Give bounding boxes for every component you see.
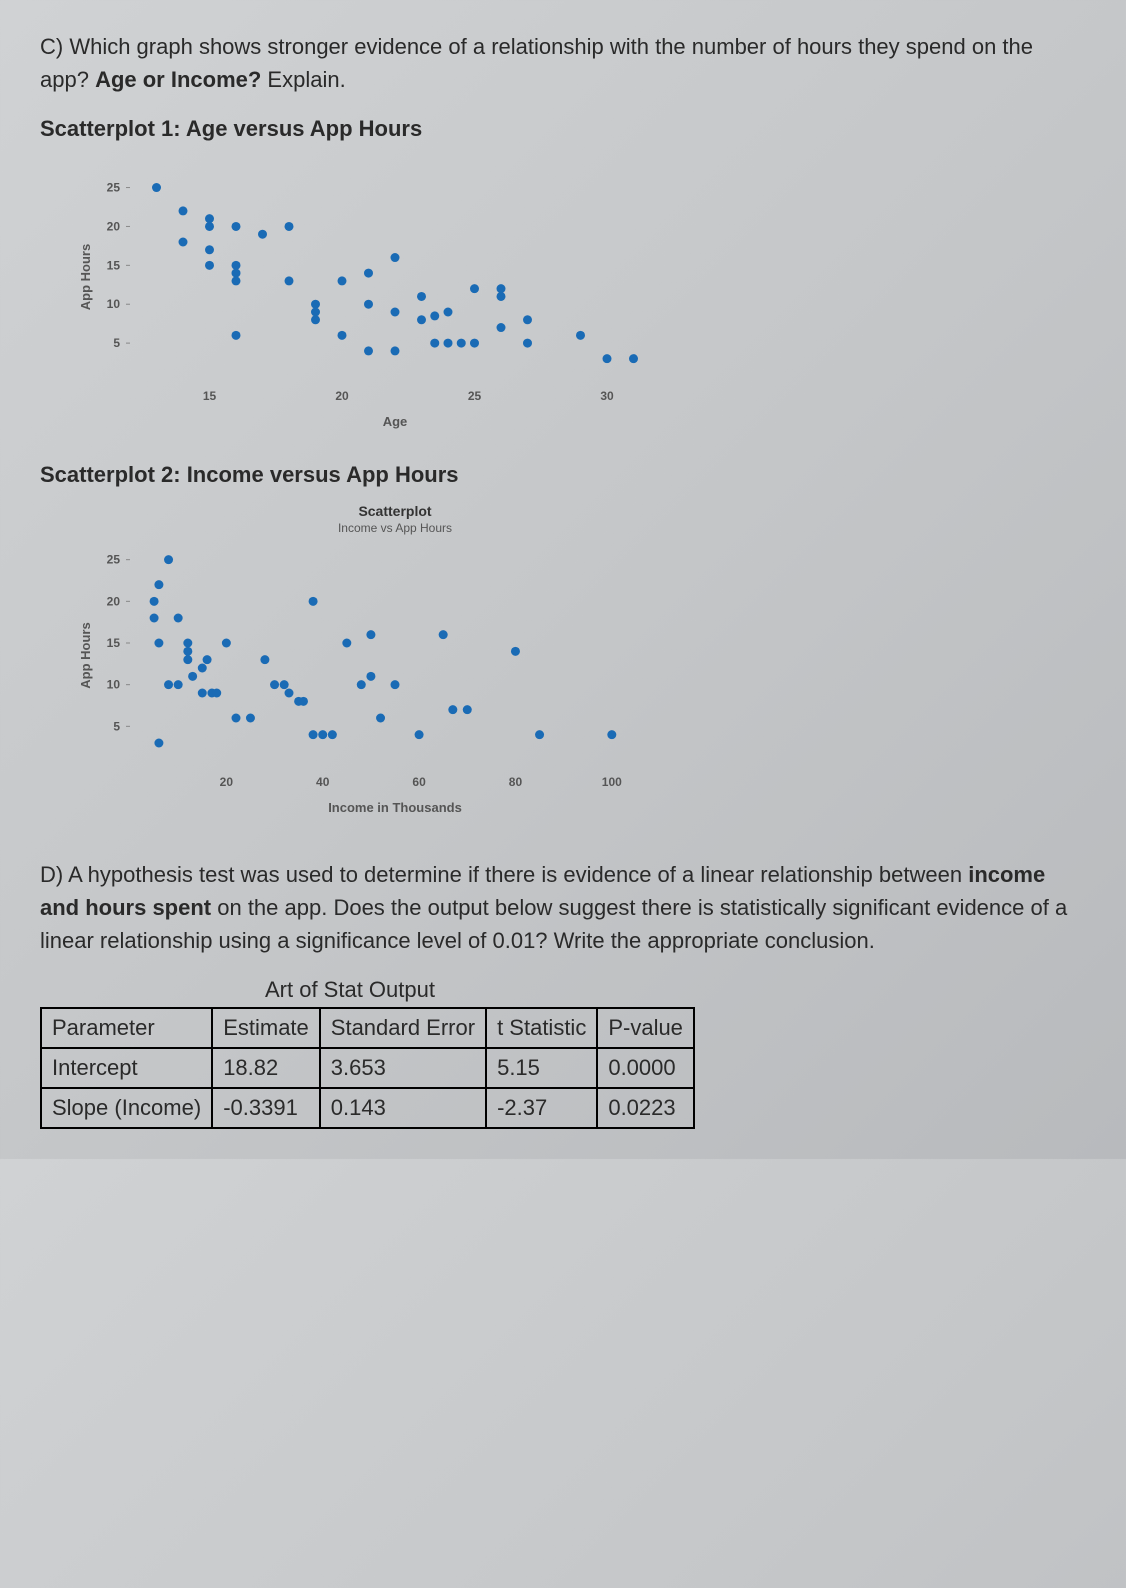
svg-text:20: 20: [107, 594, 121, 608]
question-c-text2: Explain.: [261, 67, 345, 92]
cell: 0.143: [320, 1088, 486, 1128]
svg-text:15: 15: [107, 258, 121, 272]
svg-text:20: 20: [335, 389, 349, 403]
svg-text:40: 40: [316, 775, 330, 789]
table-title: Art of Stat Output: [40, 977, 660, 1003]
stat-table: Parameter Estimate Standard Error t Stat…: [40, 1007, 695, 1129]
cell: 18.82: [212, 1048, 320, 1088]
question-d: D) A hypothesis test was used to determi…: [40, 858, 1086, 957]
svg-text:App Hours: App Hours: [78, 622, 93, 688]
svg-text:10: 10: [107, 678, 121, 692]
svg-text:App Hours: App Hours: [78, 244, 93, 310]
svg-text:30: 30: [600, 389, 614, 403]
svg-text:10: 10: [107, 297, 121, 311]
th-estimate: Estimate: [212, 1008, 320, 1048]
table-row: Intercept 18.82 3.653 5.15 0.0000: [41, 1048, 694, 1088]
th-stderr: Standard Error: [320, 1008, 486, 1048]
scatter1-svg: 15 20 25 30 5 10 15 20 25 Age App Hours: [60, 152, 680, 432]
svg-text:Age: Age: [383, 414, 408, 429]
svg-text:15: 15: [203, 389, 217, 403]
svg-text:Scatterplot: Scatterplot: [358, 503, 431, 519]
scatter2-container: Scatterplot Income vs App Hours 20 40 60 80 10…: [60, 498, 1086, 818]
svg-text:Income vs App Hours: Income vs App Hours: [338, 521, 452, 535]
scatter2-svg: Scatterplot Income vs App Hours 20 40 60 80 10…: [60, 498, 680, 818]
svg-text:100: 100: [602, 775, 622, 789]
cell: 3.653: [320, 1048, 486, 1088]
question-d-text1: D) A hypothesis test was used to determi…: [40, 862, 968, 887]
cell: 5.15: [486, 1048, 597, 1088]
svg-text:80: 80: [509, 775, 523, 789]
scatter2-title: Scatterplot 2: Income versus App Hours: [40, 462, 1086, 488]
svg-text:25: 25: [107, 181, 121, 195]
cell: Slope (Income): [41, 1088, 212, 1128]
scatter1-container: 15 20 25 30 5 10 15 20 25 Age App Hours: [60, 152, 1086, 432]
svg-text:25: 25: [468, 389, 482, 403]
svg-text:5: 5: [113, 719, 120, 733]
th-parameter: Parameter: [41, 1008, 212, 1048]
table-header-row: Parameter Estimate Standard Error t Stat…: [41, 1008, 694, 1048]
svg-text:15: 15: [107, 636, 121, 650]
cell: -0.3391: [212, 1088, 320, 1128]
scatter1-title: Scatterplot 1: Age versus App Hours: [40, 116, 1086, 142]
svg-text:20: 20: [107, 219, 121, 233]
cell: 0.0000: [597, 1048, 694, 1088]
svg-text:5: 5: [113, 336, 120, 350]
svg-text:60: 60: [412, 775, 426, 789]
cell: 0.0223: [597, 1088, 694, 1128]
th-tstat: t Statistic: [486, 1008, 597, 1048]
cell: Intercept: [41, 1048, 212, 1088]
question-c-bold: Age or Income?: [95, 67, 261, 92]
svg-text:Income in Thousands: Income in Thousands: [328, 800, 462, 815]
cell: -2.37: [486, 1088, 597, 1128]
table-row: Slope (Income) -0.3391 0.143 -2.37 0.022…: [41, 1088, 694, 1128]
question-c: C) Which graph shows stronger evidence o…: [40, 30, 1086, 96]
th-pvalue: P-value: [597, 1008, 694, 1048]
svg-text:20: 20: [220, 775, 234, 789]
svg-text:25: 25: [107, 553, 121, 567]
